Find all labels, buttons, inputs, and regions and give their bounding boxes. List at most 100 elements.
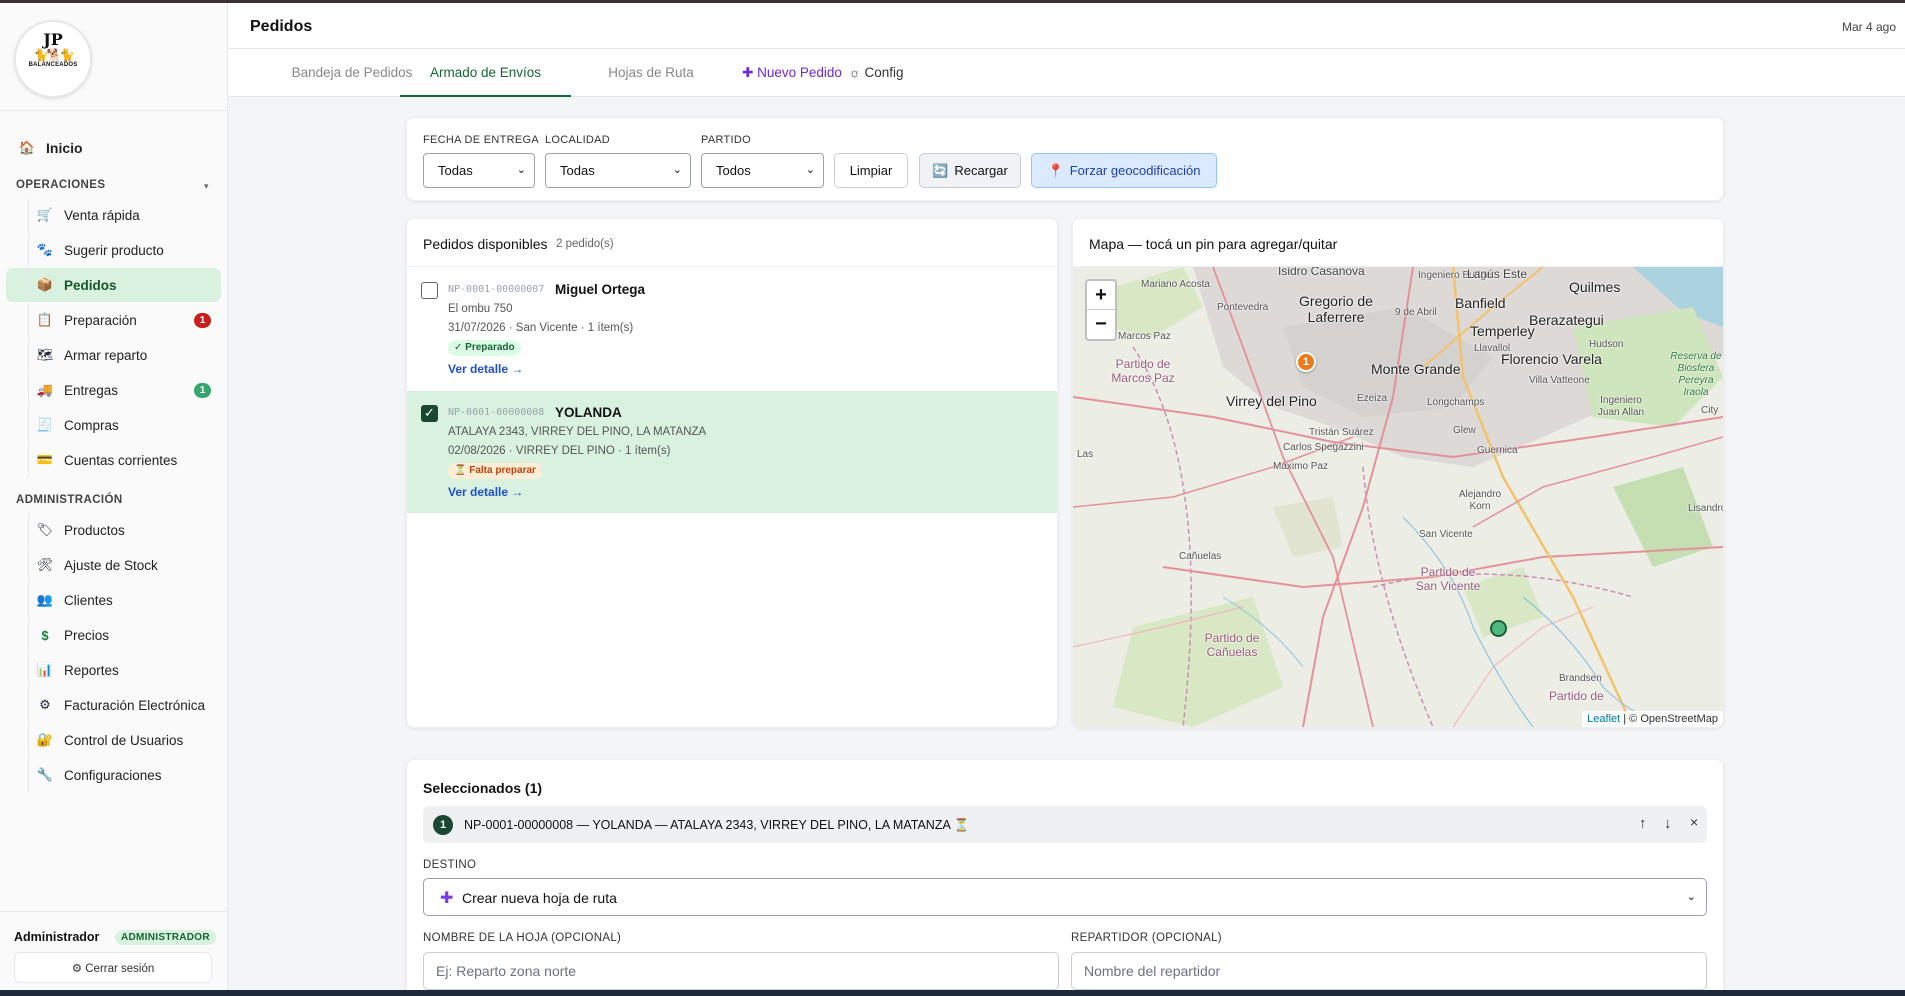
sidebar-item-preparacion[interactable]: 📋 Preparación 1 [6, 303, 221, 337]
logo-text: JP [43, 30, 63, 49]
sidebar-item-label: Precios [64, 627, 110, 643]
plus-icon: ✚ [440, 890, 454, 907]
tag-icon: 🏷 [36, 522, 54, 537]
sidebar-item-label: Control de Usuarios [64, 732, 184, 748]
bottom-border [0, 990, 1905, 996]
zoom-out-button[interactable]: − [1087, 310, 1115, 339]
map-label: Virrey del Pino [1226, 393, 1317, 409]
user-name: Administrador [14, 930, 100, 944]
page-title: Pedidos [250, 18, 313, 35]
zoom-in-button[interactable]: + [1087, 281, 1115, 310]
logo-area: JP 🐈🐕🐈 BALANCEADOS [0, 3, 227, 111]
map-pin-icon: 📍 [1047, 162, 1064, 178]
map-label: Partido de San Vicente [1415, 565, 1481, 593]
map-label: Alejandro Korn [1458, 489, 1502, 512]
sidebar-item-facturacion[interactable]: ⚙ Facturación Electrónica [6, 688, 221, 722]
selected-title: Seleccionados (1) [423, 780, 543, 796]
recargar-label: Recargar [954, 163, 1008, 178]
sidebar-item-clientes[interactable]: 👥 Clientes [6, 583, 221, 617]
destino-label: DESTINO [423, 859, 477, 871]
sidebar-item-label: Venta rápida [64, 207, 140, 223]
order-customer-name: YOLANDA [555, 405, 622, 420]
sidebar-item-label: Ajuste de Stock [64, 557, 158, 573]
paw-icon: 🐾 [36, 242, 54, 257]
chart-icon: 📊 [36, 662, 54, 677]
sidebar-item-pedidos[interactable]: 📦 Pedidos [6, 268, 221, 302]
tab-hojas-ruta[interactable]: Hojas de Ruta [578, 49, 724, 97]
order-item[interactable]: NP-0001-00000007 Miguel Ortega El ombu 7… [407, 268, 1057, 390]
sidebar-item-label: Sugerir producto [64, 242, 164, 258]
limpiar-button[interactable]: Limpiar [834, 153, 908, 188]
localidad-select[interactable]: Todas ⌄ [545, 153, 691, 188]
sidebar-item-productos[interactable]: 🏷 Productos [6, 513, 221, 547]
sidebar-item-inicio[interactable]: 🏠 Inicio [6, 131, 221, 165]
destino-select[interactable]: ✚ Crear nueva hoja de ruta ⌄ [423, 878, 1707, 916]
order-map-pin-selectable[interactable] [1490, 620, 1507, 637]
partido-select[interactable]: Todos ⌄ [701, 153, 824, 188]
caret-down-icon[interactable]: ▾ [204, 181, 209, 192]
map-label: Partido de [1549, 689, 1604, 703]
orders-card: Pedidos disponibles 2 pedido(s) NP-0001-… [406, 218, 1058, 728]
order-meta: 31/07/2026 · San Vicente · 1 ítem(s) [448, 322, 634, 334]
chevron-down-icon: ⌄ [805, 164, 815, 176]
sidebar-item-precios[interactable]: $ Precios [6, 618, 221, 652]
truck-icon: 🚚 [36, 382, 54, 397]
status-badge: ✓ Preparado [448, 340, 521, 356]
sidebar-item-cuentas-corrientes[interactable]: 💳 Cuentas corrientes [6, 443, 221, 477]
map-zoom-control: + − [1085, 279, 1117, 341]
move-up-button[interactable]: ↑ [1639, 815, 1647, 832]
nombre-hoja-input[interactable] [423, 952, 1059, 990]
tab-config[interactable]: ☼ Config [810, 49, 942, 97]
sidebar-item-sugerir-producto[interactable]: 🐾 Sugerir producto [6, 233, 221, 267]
recargar-button[interactable]: 🔄 Recargar [919, 153, 1021, 188]
tab-armado-envios[interactable]: Armado de Envíos [400, 49, 571, 97]
order-map-pin[interactable]: 1 [1296, 352, 1316, 372]
repartidor-input[interactable] [1071, 952, 1707, 990]
map-label: Marcos Paz [1118, 331, 1171, 342]
clipboard-icon: 📋 [36, 312, 54, 327]
ver-detalle-link[interactable]: Ver detalle → [448, 362, 523, 376]
remove-button[interactable]: × [1690, 814, 1698, 830]
sidebar-item-label: Productos [64, 522, 125, 538]
order-address: ATALAYA 2343, VIRREY DEL PINO, LA MATANZ… [448, 426, 707, 438]
sidebar-item-venta-rapida[interactable]: 🛒 Venta rápida [6, 198, 221, 232]
map-label: Quilmes [1569, 279, 1621, 295]
nombre-hoja-label: NOMBRE DE LA HOJA (OPCIONAL) [423, 932, 622, 944]
sidebar-item-compras[interactable]: 🧾 Compras [6, 408, 221, 442]
forzar-geocodificacion-button[interactable]: 📍 Forzar geocodificación [1031, 153, 1217, 188]
sidebar-item-armar-reparto[interactable]: 🗺 Armar reparto [6, 338, 221, 372]
map-label: Florencio Varela [1501, 351, 1602, 367]
fecha-value: Todas [438, 163, 473, 178]
map-label: City [1701, 405, 1719, 416]
brand-logo[interactable]: JP 🐈🐕🐈 BALANCEADOS [14, 20, 92, 98]
move-down-button[interactable]: ↓ [1664, 815, 1672, 832]
order-code: NP-0001-00000008 [448, 407, 545, 418]
fecha-label: FECHA DE ENTREGA [423, 134, 540, 146]
map-canvas[interactable]: + − Isidro Casanova Ingeniero Budge Lanú… [1073, 267, 1723, 727]
status-badge: ⏳ Falta preparar [448, 463, 542, 479]
fecha-select[interactable]: Todas ⌄ [423, 153, 535, 188]
sidebar-item-configuraciones[interactable]: 🔧 Configuraciones [6, 758, 221, 792]
map-label: Máximo Paz [1273, 461, 1329, 472]
localidad-value: Todas [560, 163, 595, 178]
selected-order-text: NP-0001-00000008 — YOLANDA — ATALAYA 234… [464, 818, 970, 832]
map-label: Isidro Casanova [1278, 267, 1365, 278]
order-checkbox[interactable]: ✓ [421, 405, 438, 422]
sidebar-item-reportes[interactable]: 📊 Reportes [6, 653, 221, 687]
order-checkbox[interactable] [421, 282, 438, 299]
map-label: Hudson [1589, 339, 1624, 350]
sidebar-item-label: Pedidos [64, 277, 117, 293]
map-label: Gregorio de Laferrere [1299, 293, 1373, 325]
map-label: Carlos Spegazzini [1283, 442, 1364, 453]
sidebar-item-entregas[interactable]: 🚚 Entregas 1 [6, 373, 221, 407]
order-item[interactable]: ✓ NP-0001-00000008 YOLANDA ATALAYA 2343,… [407, 391, 1057, 513]
tools-icon: 🛠 [36, 557, 54, 572]
ver-detalle-link[interactable]: Ver detalle → [448, 485, 523, 499]
sidebar-item-control-usuarios[interactable]: 🔐 Control de Usuarios [6, 723, 221, 757]
leaflet-link[interactable]: Leaflet [1587, 713, 1620, 725]
logout-button[interactable]: ⚙ Cerrar sesión [14, 952, 212, 983]
map-label: San Vicente [1419, 529, 1473, 540]
map-attribution: Leaflet | © OpenStreetMap [1582, 711, 1723, 727]
refresh-icon: 🔄 [932, 162, 949, 178]
sidebar-item-ajuste-stock[interactable]: 🛠 Ajuste de Stock [6, 548, 221, 582]
